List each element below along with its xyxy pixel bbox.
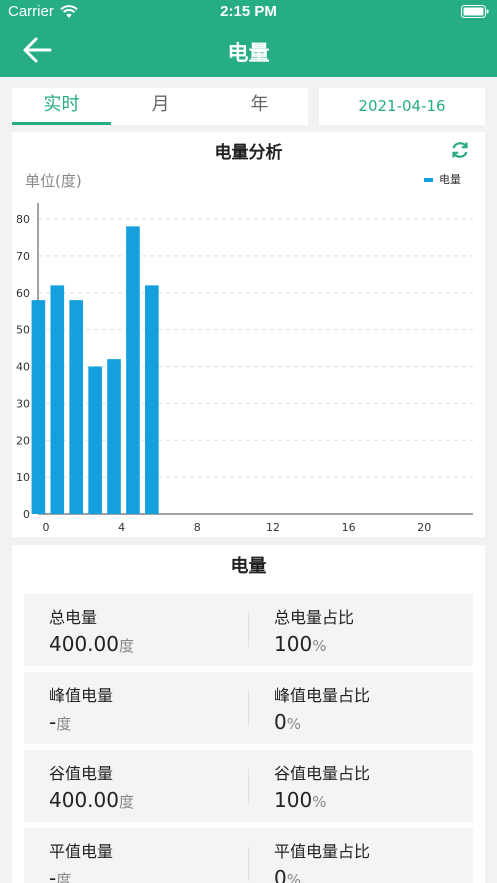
x-tick-label: 16 — [342, 521, 356, 534]
stat-row-total: 总电量 400.00度 总电量占比 100% — [24, 594, 473, 666]
bar — [126, 226, 140, 514]
stat-flat: 平值电量 -度 — [24, 828, 248, 883]
stat-value: 100% — [274, 788, 327, 812]
bar — [145, 285, 159, 514]
bar — [107, 359, 121, 514]
period-tabs: 实时 月 年 — [12, 88, 308, 125]
stat-label: 总电量 — [49, 608, 98, 627]
page-title: 电量 — [227, 41, 270, 65]
stat-peak: 峰值电量 -度 — [24, 672, 248, 744]
stats-title: 电量 — [230, 556, 267, 577]
chart-card: 电量分析 单位(度) 电量 0 10 20 30 40 50 60 70 80 0 4 8 12 16 20 — [12, 132, 485, 537]
stat-label: 峰值电量 — [49, 686, 114, 705]
stat-row-valley: 谷值电量 400.00度 谷值电量占比 100% — [24, 750, 473, 822]
x-tick-label: 20 — [417, 521, 431, 534]
y-tick-label: 70 — [16, 250, 30, 263]
stat-label: 峰值电量占比 — [274, 686, 371, 705]
tab-year[interactable]: 年 — [210, 88, 309, 125]
stat-value: -度 — [49, 866, 72, 883]
date-picker[interactable]: 2021-04-16 — [319, 88, 485, 125]
bar — [31, 300, 46, 514]
active-tab-indicator — [12, 122, 111, 125]
bar-chart: 0 10 20 30 40 50 60 70 80 0 4 8 12 16 20 — [16, 203, 473, 534]
x-tick-label: 0 — [43, 521, 50, 534]
stat-value: 0% — [274, 866, 301, 883]
y-tick-label: 30 — [16, 397, 30, 410]
y-tick-label: 50 — [16, 324, 30, 337]
stat-value: 100% — [274, 632, 327, 656]
tab-month[interactable]: 月 — [111, 88, 210, 125]
y-tick-label: 80 — [16, 213, 30, 226]
stat-value: 0% — [274, 710, 301, 734]
stat-total: 总电量 400.00度 — [24, 594, 248, 666]
bar — [88, 366, 102, 514]
stat-value: 400.00度 — [49, 632, 134, 656]
stat-valley: 谷值电量 400.00度 — [24, 750, 248, 822]
stat-peak-ratio: 峰值电量占比 0% — [249, 672, 473, 744]
battery-icon — [461, 5, 489, 18]
stat-label: 谷值电量 — [49, 764, 114, 783]
bar — [50, 285, 65, 514]
x-tick-label: 12 — [266, 521, 280, 534]
y-tick-label: 10 — [16, 471, 30, 484]
y-tick-label: 40 — [16, 361, 30, 374]
stat-label: 平值电量占比 — [274, 842, 371, 861]
stat-flat-ratio: 平值电量占比 0% — [249, 828, 473, 883]
y-tick-label: 60 — [16, 287, 30, 300]
stat-row-peak: 峰值电量 -度 峰值电量占比 0% — [24, 672, 473, 744]
x-tick-label: 8 — [194, 521, 201, 534]
stat-row-flat: 平值电量 -度 平值电量占比 0% — [24, 828, 473, 883]
stat-value: -度 — [49, 710, 72, 734]
tab-realtime[interactable]: 实时 — [12, 88, 111, 125]
y-tick-label: 0 — [23, 508, 30, 521]
y-tick-label: 20 — [16, 434, 30, 447]
stat-valley-ratio: 谷值电量占比 100% — [249, 750, 473, 822]
stat-label: 谷值电量占比 — [274, 764, 371, 783]
stat-label: 平值电量 — [49, 842, 114, 861]
stat-total-ratio: 总电量占比 100% — [249, 594, 473, 666]
bar — [69, 300, 84, 514]
nav-bar: 电量 — [0, 24, 497, 77]
stats-card: 电量 总电量 400.00度 总电量占比 100% 峰值电量 -度 峰值电量占比… — [12, 545, 485, 883]
x-tick-label: 4 — [118, 521, 125, 534]
status-bar: Carrier 2:15 PM — [0, 0, 497, 24]
stat-label: 总电量占比 — [274, 608, 355, 627]
status-time: 2:15 PM — [220, 3, 277, 20]
stat-value: 400.00度 — [49, 788, 134, 812]
